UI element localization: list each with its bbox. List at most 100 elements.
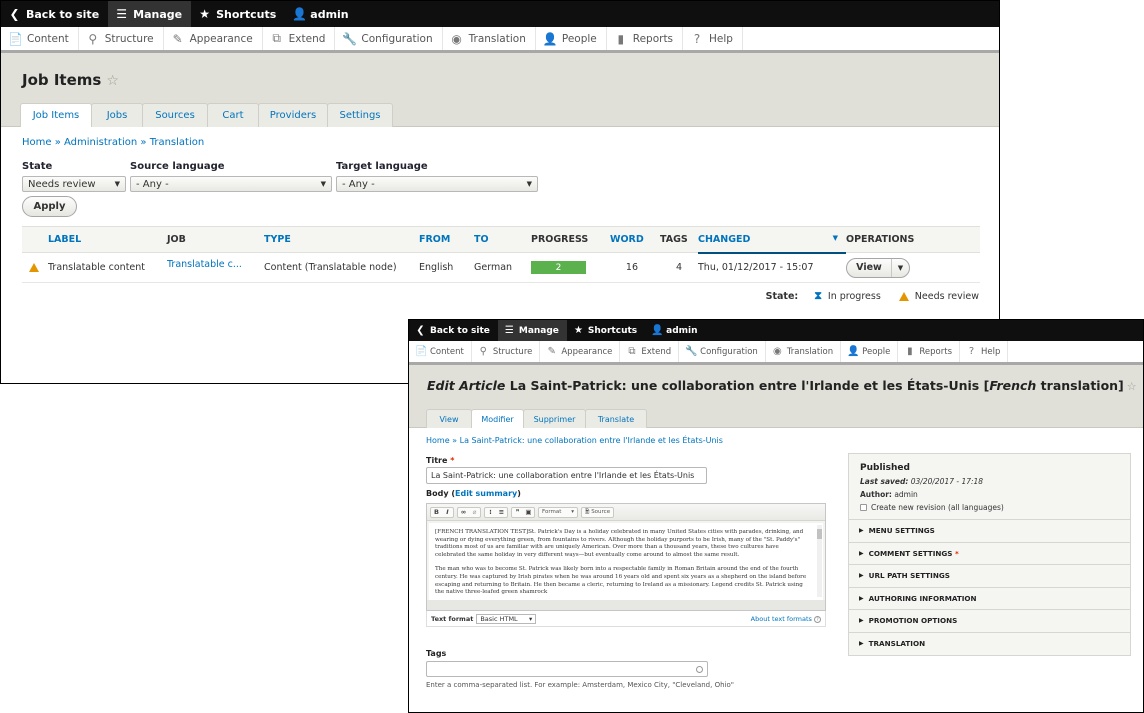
target-language-select[interactable]: - Any - ▼ xyxy=(336,176,538,192)
tab-supprimer[interactable]: Supprimer xyxy=(523,409,586,428)
shortcut-star-icon[interactable]: ☆ xyxy=(106,73,119,89)
tray-item-help[interactable]: ? Help xyxy=(683,27,743,50)
breadcrumb-translation[interactable]: Translation xyxy=(150,137,205,148)
translation-details[interactable]: ▶ TRANSLATION xyxy=(849,633,1130,656)
blockquote-icon[interactable]: ❞ xyxy=(512,508,523,516)
tray-item-extend[interactable]: ⧉ Extend xyxy=(620,341,680,362)
url-path-settings-details[interactable]: ▶ URL PATH SETTINGS xyxy=(849,565,1130,588)
breadcrumb-article[interactable]: La Saint-Patrick: une collaboration entr… xyxy=(460,436,723,445)
tab-sources[interactable]: Sources xyxy=(142,103,208,127)
back-to-site-link[interactable]: ❮ Back to site xyxy=(409,320,498,341)
tray-item-reports[interactable]: ▮ Reports xyxy=(607,27,684,50)
tray-item-people[interactable]: 👤 People xyxy=(841,341,899,362)
apply-button[interactable]: Apply xyxy=(22,196,77,217)
about-text-formats-link[interactable]: About text formats xyxy=(751,615,812,623)
state-select[interactable]: Needs review ▼ xyxy=(22,176,126,192)
source-button[interactable]: 🗎 Source xyxy=(582,508,613,517)
star-icon: ★ xyxy=(199,7,210,21)
manage-button[interactable]: ☰ Manage xyxy=(108,1,192,27)
unlink-icon[interactable]: ⌀ xyxy=(469,508,480,516)
editor-content[interactable]: [FRENCH TRANSLATION TEST]St. Patrick's D… xyxy=(429,523,823,600)
warning-icon xyxy=(898,291,909,301)
title-input[interactable]: La Saint-Patrick: une collaboration entr… xyxy=(426,467,707,484)
tray-item-content[interactable]: 📄 Content xyxy=(409,341,472,362)
job-link[interactable]: Translatable c... xyxy=(167,259,242,270)
tab-jobs[interactable]: Jobs xyxy=(91,103,143,127)
shortcuts-button[interactable]: ★ Shortcuts xyxy=(191,1,285,27)
manage-button[interactable]: ☰ Manage xyxy=(497,320,567,341)
shortcut-star-icon[interactable]: ☆ xyxy=(1127,380,1137,393)
help-icon: ? xyxy=(968,346,975,357)
tray-item-structure[interactable]: ⚲ Structure xyxy=(79,27,164,50)
primary-tabs: View Modifier Supprimer Translate xyxy=(426,409,647,428)
col-label[interactable]: LABEL xyxy=(48,226,167,253)
chevron-down-icon: ▼ xyxy=(897,263,904,272)
breadcrumb-home[interactable]: Home xyxy=(22,137,52,148)
entity-meta-header: Published Last saved: 03/20/2017 - 17:18… xyxy=(849,454,1130,520)
user-button[interactable]: 👤 admin xyxy=(285,1,357,27)
tray-item-content[interactable]: 📄 Content xyxy=(1,27,79,50)
authoring-information-details[interactable]: ▶ AUTHORING INFORMATION xyxy=(849,588,1130,610)
state-filter: State Needs review ▼ xyxy=(22,161,126,192)
format-dropdown[interactable]: Format ▾ xyxy=(539,509,577,515)
bold-button[interactable]: B xyxy=(431,508,442,516)
tab-providers[interactable]: Providers xyxy=(258,103,328,127)
text-format-select[interactable]: Basic HTML ▾ xyxy=(476,613,537,624)
admin-toolbar: ❮ Back to site ☰ Manage ★ Shortcuts 👤 admin xyxy=(409,320,1143,341)
view-button[interactable]: View xyxy=(847,258,892,277)
new-revision-checkbox[interactable] xyxy=(860,504,867,511)
promotion-options-details[interactable]: ▶ PROMOTION OPTIONS xyxy=(849,610,1130,633)
edit-summary-link[interactable]: Edit summary xyxy=(455,489,517,498)
back-to-site-link[interactable]: ❮ Back to site xyxy=(1,1,108,27)
editor-resize-bar[interactable] xyxy=(427,600,825,610)
col-changed[interactable]: CHANGED ▼ xyxy=(698,226,846,254)
chevron-down-icon: ▼ xyxy=(526,180,532,188)
chevron-down-icon: ▾ xyxy=(571,509,574,515)
tray-item-extend[interactable]: ⧉ Extend xyxy=(263,27,336,50)
breadcrumb-administration[interactable]: Administration xyxy=(64,137,137,148)
tab-view[interactable]: View xyxy=(426,409,472,428)
bar-chart-icon: ▮ xyxy=(617,31,625,46)
tray-item-help[interactable]: ? Help xyxy=(960,341,1009,362)
tags-input[interactable] xyxy=(426,661,708,677)
people-icon: 👤 xyxy=(542,31,558,46)
col-to[interactable]: TO xyxy=(474,226,531,253)
tray-item-people[interactable]: 👤 People xyxy=(536,27,607,50)
tab-modifier[interactable]: Modifier xyxy=(471,409,524,428)
breadcrumb-home[interactable]: Home xyxy=(426,436,450,445)
caret-right-icon: ▶ xyxy=(859,640,864,648)
operations-toggle[interactable]: ▼ xyxy=(892,259,909,277)
shortcuts-button[interactable]: ★ Shortcuts xyxy=(567,320,645,341)
comment-settings-details[interactable]: ▶ COMMENT SETTINGS * xyxy=(849,543,1130,565)
editor-toolbar: B I ∞ ⌀ ⁝ ≡ ❞ ▣ Format ▾ 🗎 Source xyxy=(427,504,825,521)
tab-settings[interactable]: Settings xyxy=(327,103,393,127)
chevron-down-icon: ▼ xyxy=(320,180,326,188)
col-from[interactable]: FROM xyxy=(419,226,474,253)
tray-item-appearance[interactable]: ✎ Appearance xyxy=(540,341,621,362)
col-state xyxy=(22,226,48,253)
editor-scrollbar[interactable] xyxy=(817,525,822,597)
tray-item-translation[interactable]: ◉ Translation xyxy=(766,341,842,362)
tray-item-reports[interactable]: ▮ Reports xyxy=(898,341,960,362)
menu-settings-details[interactable]: ▶ MENU SETTINGS xyxy=(849,520,1130,543)
tab-job-items[interactable]: Job Items xyxy=(20,103,92,127)
tray-item-structure[interactable]: ⚲ Structure xyxy=(472,341,541,362)
admin-tray: 📄 Content ⚲ Structure ✎ Appearance ⧉ Extend … xyxy=(409,341,1143,365)
table-row: Translatable content Translatable c... C… xyxy=(22,252,980,283)
image-icon[interactable]: ▣ xyxy=(523,508,534,516)
tab-translate[interactable]: Translate xyxy=(585,409,647,428)
tray-item-configuration[interactable]: 🔧 Configuration xyxy=(335,27,443,50)
col-type[interactable]: TYPE xyxy=(264,226,419,253)
source-language-select[interactable]: - Any - ▼ xyxy=(130,176,332,192)
col-progress: PROGRESS xyxy=(531,226,610,253)
col-word[interactable]: WORD xyxy=(610,226,660,253)
numbered-list-icon[interactable]: ≡ xyxy=(496,508,507,516)
tab-cart[interactable]: Cart xyxy=(207,103,259,127)
italic-button[interactable]: I xyxy=(442,508,453,516)
tray-item-configuration[interactable]: 🔧 Configuration xyxy=(679,341,766,362)
bullet-list-icon[interactable]: ⁝ xyxy=(485,508,496,516)
tray-item-appearance[interactable]: ✎ Appearance xyxy=(164,27,263,50)
user-button[interactable]: 👤 admin xyxy=(645,320,705,341)
tray-item-translation[interactable]: ◉ Translation xyxy=(443,27,536,50)
link-icon[interactable]: ∞ xyxy=(458,508,469,516)
